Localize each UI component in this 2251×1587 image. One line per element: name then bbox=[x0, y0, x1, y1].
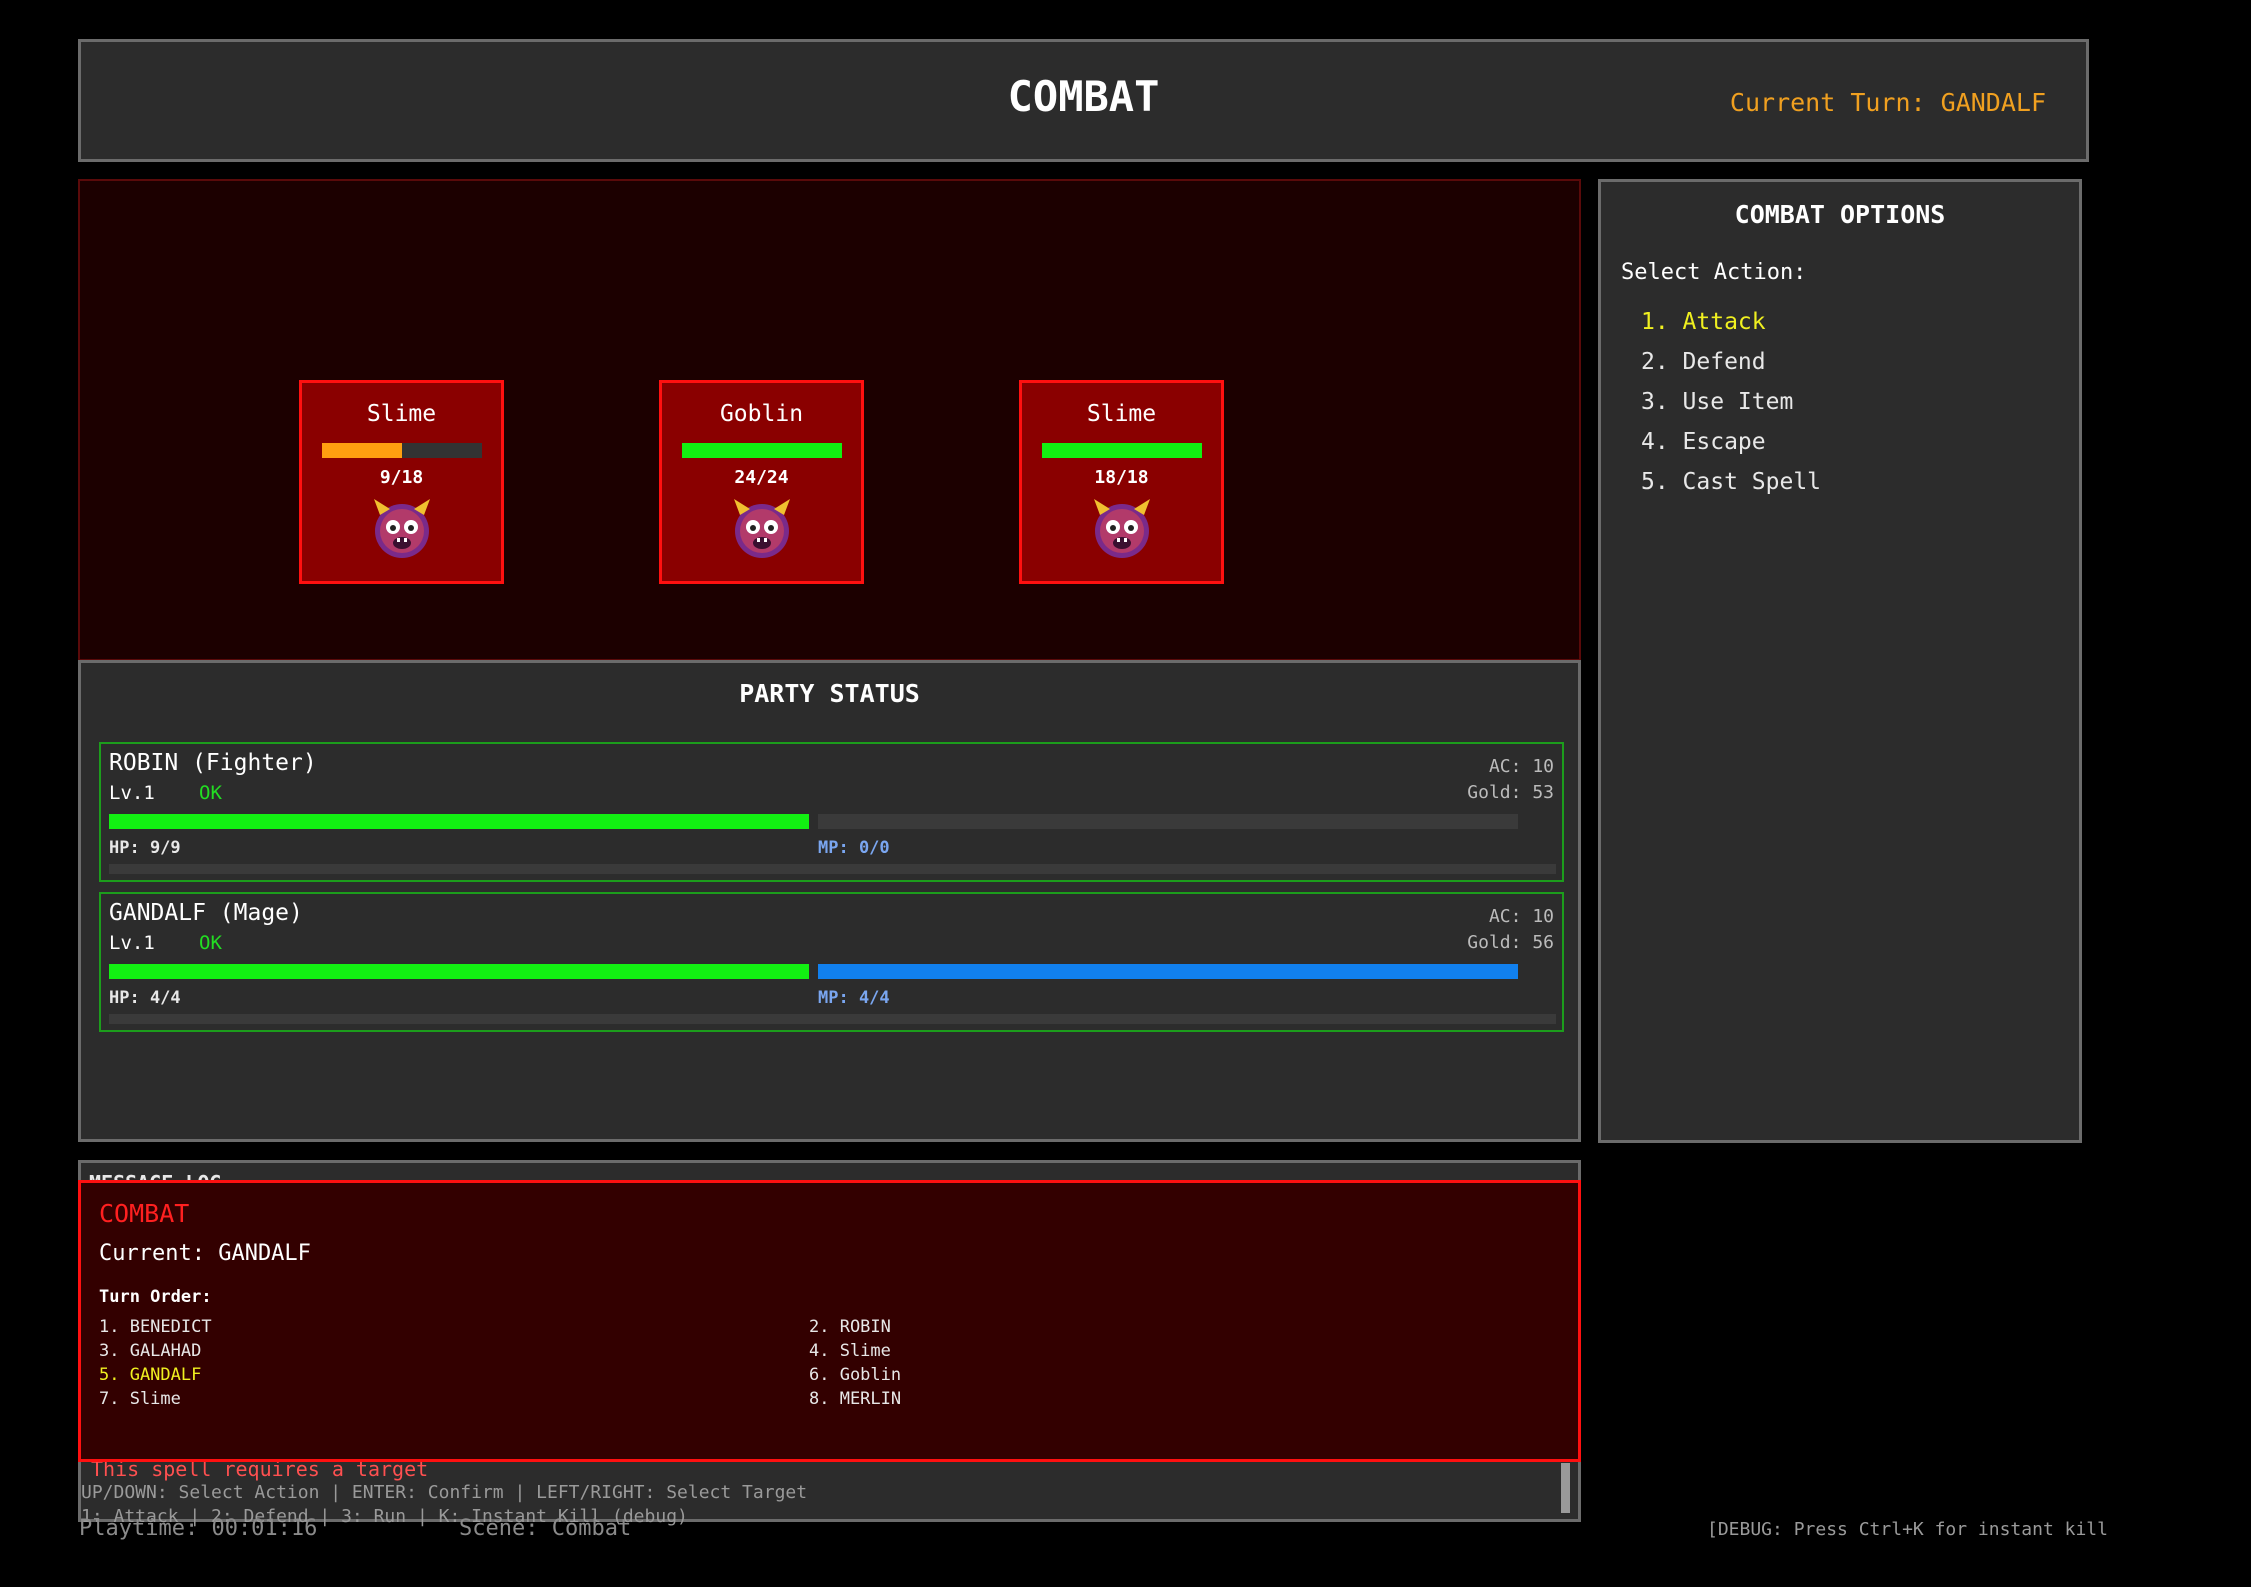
playtime-label: Playtime: 00:01:16 bbox=[79, 1516, 318, 1541]
enemy-hp-bar bbox=[1042, 443, 1202, 458]
member-hp-bar bbox=[109, 964, 809, 979]
overlay-title: COMBAT bbox=[99, 1199, 190, 1228]
combat-turn-order-overlay: COMBAT Current: GANDALF Turn Order: 1. B… bbox=[78, 1180, 1581, 1462]
battlefield: Slime 9/18 Goblin 24/24 Slime 18/18 bbox=[78, 179, 1581, 661]
turn-order-entry: 1. BENEDICT bbox=[99, 1317, 212, 1337]
member-name: ROBIN (Fighter) bbox=[109, 750, 317, 776]
enemy-card[interactable]: Slime 9/18 bbox=[299, 380, 504, 584]
combat-options-title: COMBAT OPTIONS bbox=[1734, 200, 1946, 229]
attack-option[interactable]: 1. Attack bbox=[1641, 308, 1821, 348]
member-hp-fill bbox=[109, 964, 809, 979]
turn-order-entry: 8. MERLIN bbox=[809, 1389, 902, 1409]
debug-hint: [DEBUG: Press Ctrl+K for instant kill] bbox=[1707, 1519, 2107, 1540]
enemy-hp-bar bbox=[682, 443, 842, 458]
enemy-hp-text: 24/24 bbox=[734, 467, 789, 488]
enemy-hp-text: 9/18 bbox=[379, 467, 424, 488]
enemy-hp-fill bbox=[322, 443, 402, 458]
member-ac: AC: 10 bbox=[1488, 756, 1554, 777]
enemy-name: Goblin bbox=[719, 401, 804, 427]
defend-option[interactable]: 2. Defend bbox=[1641, 348, 1821, 388]
member-level: Lv.1 bbox=[109, 782, 155, 804]
member-gold: Gold: 53 bbox=[1467, 782, 1554, 803]
current-turn-indicator: Current Turn: GANDALF bbox=[1729, 88, 2046, 117]
enemy-card[interactable]: Goblin 24/24 bbox=[659, 380, 864, 584]
turn-order-entry: 4. Slime bbox=[809, 1341, 891, 1361]
party-member-card: ROBIN (Fighter) Lv.1 OK AC: 10 Gold: 53 HP: 9… bbox=[99, 742, 1564, 882]
member-mp-text: MP: 4/4 bbox=[818, 988, 890, 1008]
enemy-hp-fill bbox=[1042, 443, 1202, 458]
member-status: OK bbox=[199, 932, 222, 954]
ogre-face-icon bbox=[1088, 493, 1156, 561]
turn-order-entry: 3. GALAHAD bbox=[99, 1341, 202, 1361]
member-gold: Gold: 56 bbox=[1467, 932, 1554, 953]
use-item-option[interactable]: 3. Use Item bbox=[1641, 388, 1821, 428]
member-ac: AC: 10 bbox=[1488, 906, 1554, 927]
enemy-card[interactable]: Slime 18/18 bbox=[1019, 380, 1224, 584]
ogre-face-icon bbox=[368, 493, 436, 561]
enemy-name: Slime bbox=[1086, 401, 1157, 427]
log-scrollbar[interactable] bbox=[1561, 1463, 1570, 1513]
turn-order-entry: 6. Goblin bbox=[809, 1365, 902, 1385]
scene-label: Scene: Combat bbox=[459, 1516, 632, 1541]
turn-order-entry: 5. GANDALF bbox=[99, 1365, 202, 1385]
member-hp-text: HP: 4/4 bbox=[109, 988, 181, 1008]
party-member-card: GANDALF (Mage) Lv.1 OK AC: 10 Gold: 56 HP: 4/… bbox=[99, 892, 1564, 1032]
party-status-panel: PARTY STATUS ROBIN (Fighter) Lv.1 OK AC: 10… bbox=[78, 660, 1581, 1142]
header-panel: COMBAT Current Turn: GANDALF bbox=[78, 39, 2089, 162]
member-divider bbox=[109, 864, 1556, 874]
member-mp-bar bbox=[818, 814, 1518, 829]
member-hp-text: HP: 9/9 bbox=[109, 838, 181, 858]
escape-option[interactable]: 4. Escape bbox=[1641, 428, 1821, 468]
member-mp-fill bbox=[818, 964, 1518, 979]
enemy-name: Slime bbox=[366, 401, 437, 427]
member-divider bbox=[109, 1014, 1556, 1024]
member-name: GANDALF (Mage) bbox=[109, 900, 303, 926]
ogre-face-icon bbox=[728, 493, 796, 561]
combat-options-panel: COMBAT OPTIONS Select Action: 1. Attack 2… bbox=[1598, 179, 2082, 1143]
controls-help-text: UP/DOWN: Select Action | ENTER: Confirm … bbox=[81, 1482, 808, 1503]
enemy-hp-bar bbox=[322, 443, 482, 458]
enemy-hp-fill bbox=[682, 443, 842, 458]
member-mp-text: MP: 0/0 bbox=[818, 838, 890, 858]
current-combatant: Current: GANDALF bbox=[99, 1241, 311, 1266]
member-status: OK bbox=[199, 782, 222, 804]
action-menu: 1. Attack 2. Defend 3. Use Item 4. Escape 5.… bbox=[1641, 308, 1821, 508]
turn-order-entry: 2. ROBIN bbox=[809, 1317, 891, 1337]
member-level: Lv.1 bbox=[109, 932, 155, 954]
member-hp-fill bbox=[109, 814, 809, 829]
enemy-hp-text: 18/18 bbox=[1094, 467, 1149, 488]
select-action-label: Select Action: bbox=[1621, 260, 1807, 285]
member-hp-bar bbox=[109, 814, 809, 829]
cast-spell-option[interactable]: 5. Cast Spell bbox=[1641, 468, 1821, 508]
turn-order-label: Turn Order: bbox=[99, 1287, 212, 1307]
party-status-title: PARTY STATUS bbox=[739, 679, 920, 708]
member-mp-bar bbox=[818, 964, 1518, 979]
turn-order-entry: 7. Slime bbox=[99, 1389, 181, 1409]
